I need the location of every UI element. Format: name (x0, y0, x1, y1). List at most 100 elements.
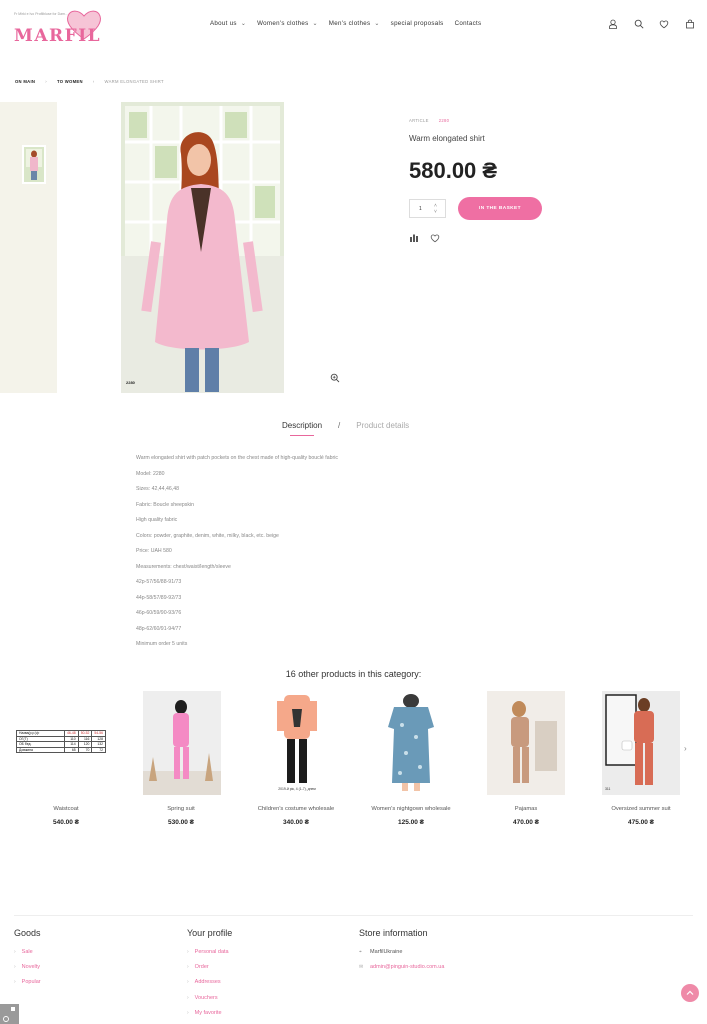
tab-product-details[interactable]: Product details (356, 421, 409, 436)
product-tabs: Description / Product details (282, 421, 409, 436)
chevron-right-icon: › (187, 964, 189, 971)
header-icons (608, 19, 707, 29)
footer-link-label: Popular (21, 979, 41, 986)
description-line: Warm elongated shirt with patch pockets … (136, 455, 338, 461)
chevron-right-icon: › (14, 964, 16, 971)
description-line: High quality fabric (136, 517, 178, 523)
product-card-name[interactable]: Oversized summer suit (586, 806, 696, 812)
description-line: Measurements: chest/waist/length/sleeve (136, 563, 231, 570)
breadcrumb-home[interactable]: ON MAIN (15, 79, 35, 84)
product-card-name[interactable]: Waistcoat (11, 806, 121, 812)
nav-special-proposals[interactable]: special proposals (391, 20, 444, 27)
description-line: Colors: powder, graphite, denim, white, … (136, 532, 279, 539)
search-icon[interactable] (634, 19, 644, 29)
store-email-link[interactable]: admin@pinguin-studio.com.ua (370, 964, 444, 970)
footer-goods-title: Goods (14, 928, 41, 938)
tab-separator: / (338, 421, 341, 430)
spring-suit-image (143, 691, 221, 795)
product-thumbnail[interactable] (22, 145, 46, 184)
product-card-name[interactable]: Children's costume wholesale (241, 806, 351, 812)
description-line: Fabric: Boucle sheepskin (136, 501, 194, 508)
nav-contacts[interactable]: Contacts (455, 20, 482, 27)
article-info: ARTICLE 2280 (409, 118, 449, 123)
footer-link-label: Novelty (21, 964, 41, 971)
pajamas-image (487, 691, 565, 795)
footer-link-personal-data[interactable]: › Personal data (187, 949, 232, 964)
footer-link-order[interactable]: › Order (187, 964, 232, 979)
article-label: ARTICLE (409, 118, 429, 123)
nav-label: Contacts (454, 20, 482, 27)
add-to-basket-button[interactable]: IN THE BASKET (458, 197, 542, 220)
cart-icon[interactable] (685, 19, 695, 29)
user-icon[interactable] (608, 19, 618, 29)
nightgown-image (372, 691, 450, 795)
compare-icon[interactable] (409, 233, 419, 243)
chevron-right-icon: › (187, 1009, 189, 1016)
chevron-right-icon: › (14, 979, 16, 986)
product-card-image[interactable]: 311 (602, 691, 680, 795)
product-card-image[interactable] (372, 691, 450, 795)
oversized-suit-image (602, 691, 680, 795)
product-card-price: 340.00 ₴ (282, 819, 310, 826)
product-card-image[interactable] (487, 691, 565, 795)
footer-store-title: Store information (359, 928, 428, 938)
product-card-name[interactable]: Spring suit (126, 806, 236, 812)
settings-icon (3, 1007, 15, 1022)
footer-divider (14, 915, 693, 916)
description-line: 44p-58/57/89-92/73 (136, 594, 182, 601)
product-card-price: 540.00 ₴ (52, 819, 80, 826)
main-product-photo[interactable] (121, 102, 284, 393)
childrens-costume-image (258, 691, 336, 795)
article-value: 2280 (438, 118, 450, 123)
chevron-right-icon: › (92, 79, 95, 84)
nav-mens-clothes[interactable]: Men's clothes ⌄ (329, 20, 380, 27)
nav-womens-clothes[interactable]: Women's clothes ⌄ (257, 20, 318, 27)
product-card-name[interactable]: Pajamas (471, 806, 581, 812)
logo-text: MARFIL (14, 26, 102, 46)
mail-icon: ✉ (359, 964, 364, 971)
product-card-price: 470.00 ₴ (512, 819, 540, 826)
footer-link-label: Vouchers (194, 994, 218, 1001)
nav-about-us[interactable]: About us ⌄ (210, 20, 246, 27)
footer-link-addresses[interactable]: › Addresses (187, 979, 232, 994)
product-title: Warm elongated shirt (409, 134, 485, 143)
product-card-image[interactable]: 2019-й рік, 4 (1-7), днем (258, 691, 336, 795)
size-table-row: Довжина 65 70 72 (16, 746, 107, 753)
chevron-right-icon: › (45, 79, 47, 84)
nav-label: Men's clothes (328, 20, 371, 27)
footer-profile: Your profile › Personal data › Order › Addr… (187, 928, 232, 1024)
footer-store-info: Store information ⌖ MarfilUkraine ✉ admin@… (359, 928, 444, 979)
quantity-value[interactable]: 1 (419, 206, 422, 212)
product-price: 580.00 ₴ (409, 158, 498, 183)
store-name: MarfilUkraine (370, 949, 403, 955)
footer-link-novelty[interactable]: › Novelty (14, 964, 41, 979)
quantity-stepper[interactable]: 1 ˄ ˅ (409, 199, 446, 218)
image-caption: 2019-й рік, 4 (1-7), днем (278, 787, 316, 791)
scroll-to-top-button[interactable] (681, 984, 699, 1002)
chevron-right-icon: › (187, 949, 189, 955)
size-table-cell: 70 (77, 746, 93, 753)
footer-link-popular[interactable]: › Popular (14, 979, 41, 994)
corner-widget[interactable] (0, 1004, 19, 1024)
wishlist-heart-icon[interactable] (430, 233, 440, 243)
footer-link-my-favorite[interactable]: › My favorite (187, 1010, 232, 1024)
site-logo[interactable]: Fr Mirki e Ivo Profilbluse for Dam... MA… (14, 8, 101, 46)
carousel-next-icon[interactable]: › (684, 744, 687, 753)
description-line: 48p-62/60/91-94/77 (136, 625, 182, 632)
zoom-icon[interactable] (330, 373, 340, 383)
product-card-image[interactable] (143, 691, 221, 795)
tab-description[interactable]: Description (282, 421, 322, 436)
description-line: 42p-57/56/88-91/73 (136, 579, 182, 585)
nav-label: special proposals (390, 20, 444, 27)
breadcrumb-women[interactable]: TO WOMEN (57, 79, 83, 84)
product-card-price: 530.00 ₴ (167, 819, 195, 826)
product-card-name[interactable]: Women's nightgown wholesale (356, 806, 466, 812)
chevron-right-icon: › (187, 994, 189, 1001)
description-line: Price: UAH 580 (136, 548, 172, 554)
chevron-down-icon[interactable]: ˅ (434, 209, 437, 215)
heart-icon[interactable] (659, 19, 669, 29)
breadcrumb-current: WARM ELONGATED SHIRT (104, 79, 164, 84)
footer-link-vouchers[interactable]: › Vouchers (187, 995, 232, 1010)
footer-link-sale[interactable]: › Sale (14, 949, 41, 964)
footer-goods: Goods › Sale › Novelty › Popular (14, 928, 41, 995)
